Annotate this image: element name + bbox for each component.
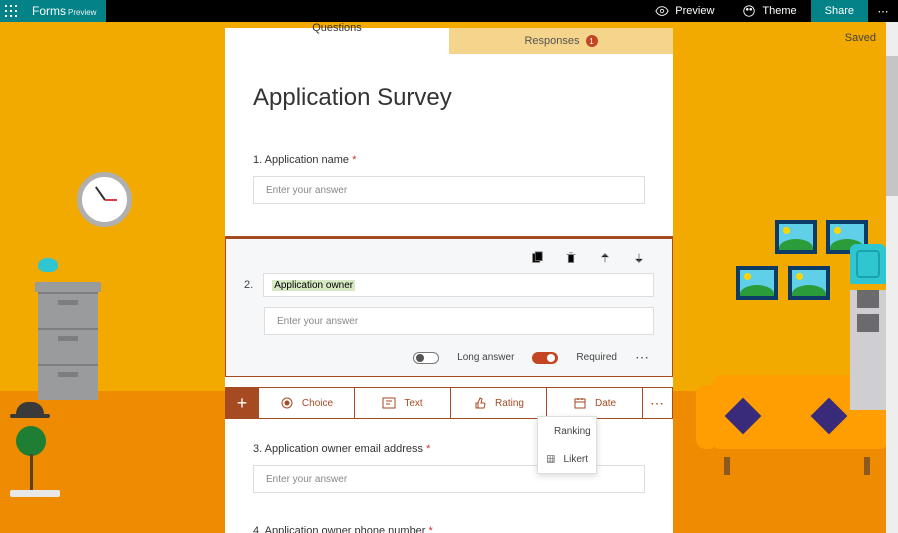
app-launcher-button[interactable]	[0, 0, 22, 22]
required-asterisk: *	[429, 525, 433, 533]
type-date-label: Date	[595, 398, 616, 409]
tab-responses[interactable]: Responses 1	[449, 28, 673, 54]
required-toggle[interactable]	[532, 352, 558, 364]
question-3-num: 3.	[253, 443, 262, 455]
theme-label: Theme	[762, 5, 796, 17]
ellipsis-icon: ⋯	[878, 5, 889, 18]
question-4[interactable]: 4. Application owner phone number *	[253, 525, 645, 533]
topbar-more-button[interactable]: ⋯	[868, 0, 898, 22]
required-label: Required	[576, 352, 617, 363]
type-choice-button[interactable]: Choice	[258, 388, 354, 418]
question-1-num: 1.	[253, 154, 262, 166]
type-ranking-label: Ranking	[554, 426, 591, 437]
type-ranking-item[interactable]: Ranking	[538, 417, 596, 445]
required-asterisk: *	[352, 154, 356, 166]
waffle-icon	[4, 4, 18, 18]
picture-frame	[788, 266, 830, 300]
question-2-answer-preview: Enter your answer	[264, 307, 654, 335]
scrollbar-thumb[interactable]	[886, 56, 898, 196]
clock-icon	[77, 172, 132, 227]
type-likert-label: Likert	[564, 454, 588, 465]
question-1-label: 1. Application name *	[253, 154, 645, 166]
required-asterisk: *	[426, 443, 430, 455]
trash-icon[interactable]	[564, 251, 578, 265]
brand-tag: Preview	[68, 2, 96, 24]
file-cabinet	[35, 282, 101, 400]
preview-button[interactable]: Preview	[641, 0, 728, 22]
arrow-up-icon[interactable]	[598, 251, 612, 265]
arrow-down-icon[interactable]	[632, 251, 646, 265]
baseboard	[10, 490, 60, 497]
question-1-text: Application name	[265, 154, 349, 166]
type-likert-item[interactable]: Likert	[538, 445, 596, 473]
brand-name: Forms	[32, 0, 66, 22]
plant-stem	[30, 454, 33, 494]
save-status: Saved	[845, 32, 876, 44]
plant-icon	[16, 426, 46, 456]
eye-icon	[655, 4, 669, 18]
text-icon	[382, 396, 396, 410]
question-4-num: 4.	[253, 525, 262, 533]
question-1[interactable]: 1. Application name *	[253, 154, 645, 204]
question-2-title-input[interactable]: Application owner	[263, 273, 654, 297]
form-tabs: Questions Responses 1	[225, 28, 673, 54]
copy-icon[interactable]	[530, 251, 544, 265]
add-question-button[interactable]: +	[226, 388, 258, 418]
radio-icon	[280, 396, 294, 410]
picture-frame	[736, 266, 778, 300]
question-2-num: 2.	[244, 279, 253, 291]
question-1-input[interactable]	[253, 176, 645, 204]
type-choice-label: Choice	[302, 398, 333, 409]
calendar-icon	[573, 396, 587, 410]
question-2-selected[interactable]: 2. Application owner Enter your answer L…	[225, 236, 673, 377]
more-types-dropdown: Ranking Likert	[537, 416, 597, 474]
share-button[interactable]: Share	[811, 0, 868, 22]
hat-icon	[10, 402, 50, 426]
water-cooler	[850, 244, 886, 410]
share-label: Share	[825, 5, 854, 17]
palette-icon	[742, 4, 756, 18]
type-text-button[interactable]: Text	[354, 388, 450, 418]
type-rating-label: Rating	[495, 398, 524, 409]
add-question-bar: + Choice Text Rating Date ⋯	[225, 387, 673, 419]
theme-button[interactable]: Theme	[728, 0, 810, 22]
picture-frame	[775, 220, 817, 254]
decor-orb	[38, 258, 58, 272]
question-toolbar	[244, 249, 654, 273]
type-more-button[interactable]: ⋯	[642, 388, 672, 418]
question-more-button[interactable]: ⋯	[635, 349, 650, 366]
form-title[interactable]: Application Survey	[253, 84, 645, 112]
long-answer-label: Long answer	[457, 352, 514, 363]
question-4-label: 4. Application owner phone number *	[253, 525, 645, 533]
question-3-text: Application owner email address	[265, 443, 423, 455]
thumb-icon	[473, 396, 487, 410]
type-text-label: Text	[404, 398, 422, 409]
question-4-text: Application owner phone number	[265, 525, 426, 533]
app-brand: Forms Preview	[22, 0, 106, 22]
likert-icon	[546, 452, 556, 466]
tab-responses-label: Responses	[524, 35, 579, 47]
responses-count-badge: 1	[586, 35, 598, 47]
type-rating-button[interactable]: Rating	[450, 388, 546, 418]
type-date-button[interactable]: Date	[546, 388, 642, 418]
theme-background: Saved Questions Responses 1 Application …	[0, 22, 898, 533]
question-2-title-text: Application owner	[272, 280, 355, 291]
long-answer-toggle[interactable]	[413, 352, 439, 364]
preview-label: Preview	[675, 5, 714, 17]
app-topbar: Forms Preview Preview Theme Share ⋯	[0, 0, 898, 22]
tab-questions-label: Questions	[312, 22, 362, 34]
form-panel: Questions Responses 1 Application Survey…	[225, 28, 673, 533]
